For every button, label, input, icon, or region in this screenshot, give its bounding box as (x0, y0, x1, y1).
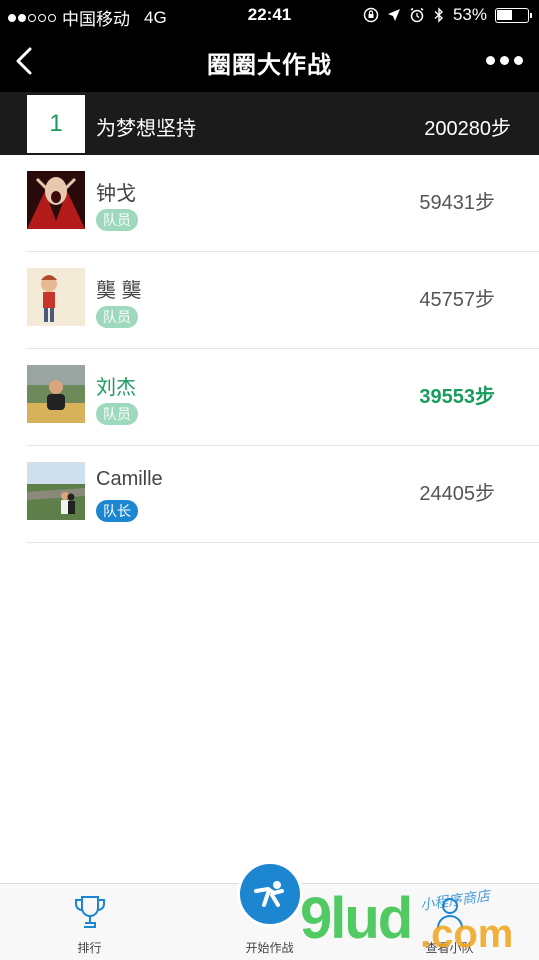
member-row[interactable]: 刘杰 队员 39553步 (0, 349, 539, 446)
avatar (27, 171, 85, 229)
orientation-lock-icon (363, 7, 379, 23)
tab-start-battle[interactable]: 开始作战 (180, 861, 359, 960)
member-row[interactable]: 钟戈 队员 59431步 (0, 155, 539, 252)
role-badge: 队长 (96, 500, 138, 522)
team-name: 为梦想坚持 (96, 118, 196, 140)
member-name: 钟戈 (96, 183, 136, 205)
page-title: 圈圈大作战 (207, 52, 332, 79)
role-badge: 队员 (96, 306, 138, 328)
more-button[interactable] (486, 56, 523, 65)
status-bar: 中国移动 4G 22:41 53% (0, 0, 539, 30)
team-rank: 1 (27, 95, 85, 153)
tab-label: 排行 (77, 941, 102, 955)
battery-icon (495, 7, 532, 23)
member-steps: 24405步 (419, 483, 495, 505)
trophy-icon (74, 896, 105, 928)
role-badge: 队员 (96, 403, 138, 425)
avatar (27, 365, 85, 423)
member-steps: 39553步 (419, 386, 495, 408)
member-name: 刘杰 (96, 377, 136, 399)
location-icon (387, 9, 400, 21)
team-steps: 200280步 (424, 118, 511, 140)
member-name: Camille (96, 468, 163, 490)
running-icon (253, 881, 284, 907)
tab-label: 开始作战 (245, 941, 294, 955)
nav-bar: 圈圈大作战 (0, 30, 539, 92)
tab-ranking[interactable]: 排行 (0, 884, 179, 960)
team-icon (436, 898, 463, 929)
more-dots-icon (486, 56, 495, 65)
avatar (27, 268, 85, 326)
avatar (27, 462, 85, 520)
team-summary-row: 1 为梦想坚持 200280步 (0, 92, 539, 155)
member-steps: 45757步 (419, 289, 495, 311)
bluetooth-icon (434, 7, 443, 23)
tab-bar: 排行 开始作战 查看小队 (0, 861, 539, 960)
alarm-icon (410, 7, 424, 23)
member-row[interactable]: Camille 队长 24405步 (0, 446, 539, 543)
tab-label: 查看小队 (425, 941, 474, 955)
member-name: 龑 龑 (96, 280, 142, 302)
member-row[interactable]: 龑 龑 队员 45757步 (0, 252, 539, 349)
battery-percent: 53% (452, 5, 487, 24)
start-battle-button[interactable] (236, 861, 303, 927)
role-badge: 队员 (96, 209, 138, 231)
divider (27, 542, 539, 543)
tab-view-team[interactable]: 查看小队 (360, 884, 539, 960)
member-steps: 59431步 (419, 192, 495, 214)
